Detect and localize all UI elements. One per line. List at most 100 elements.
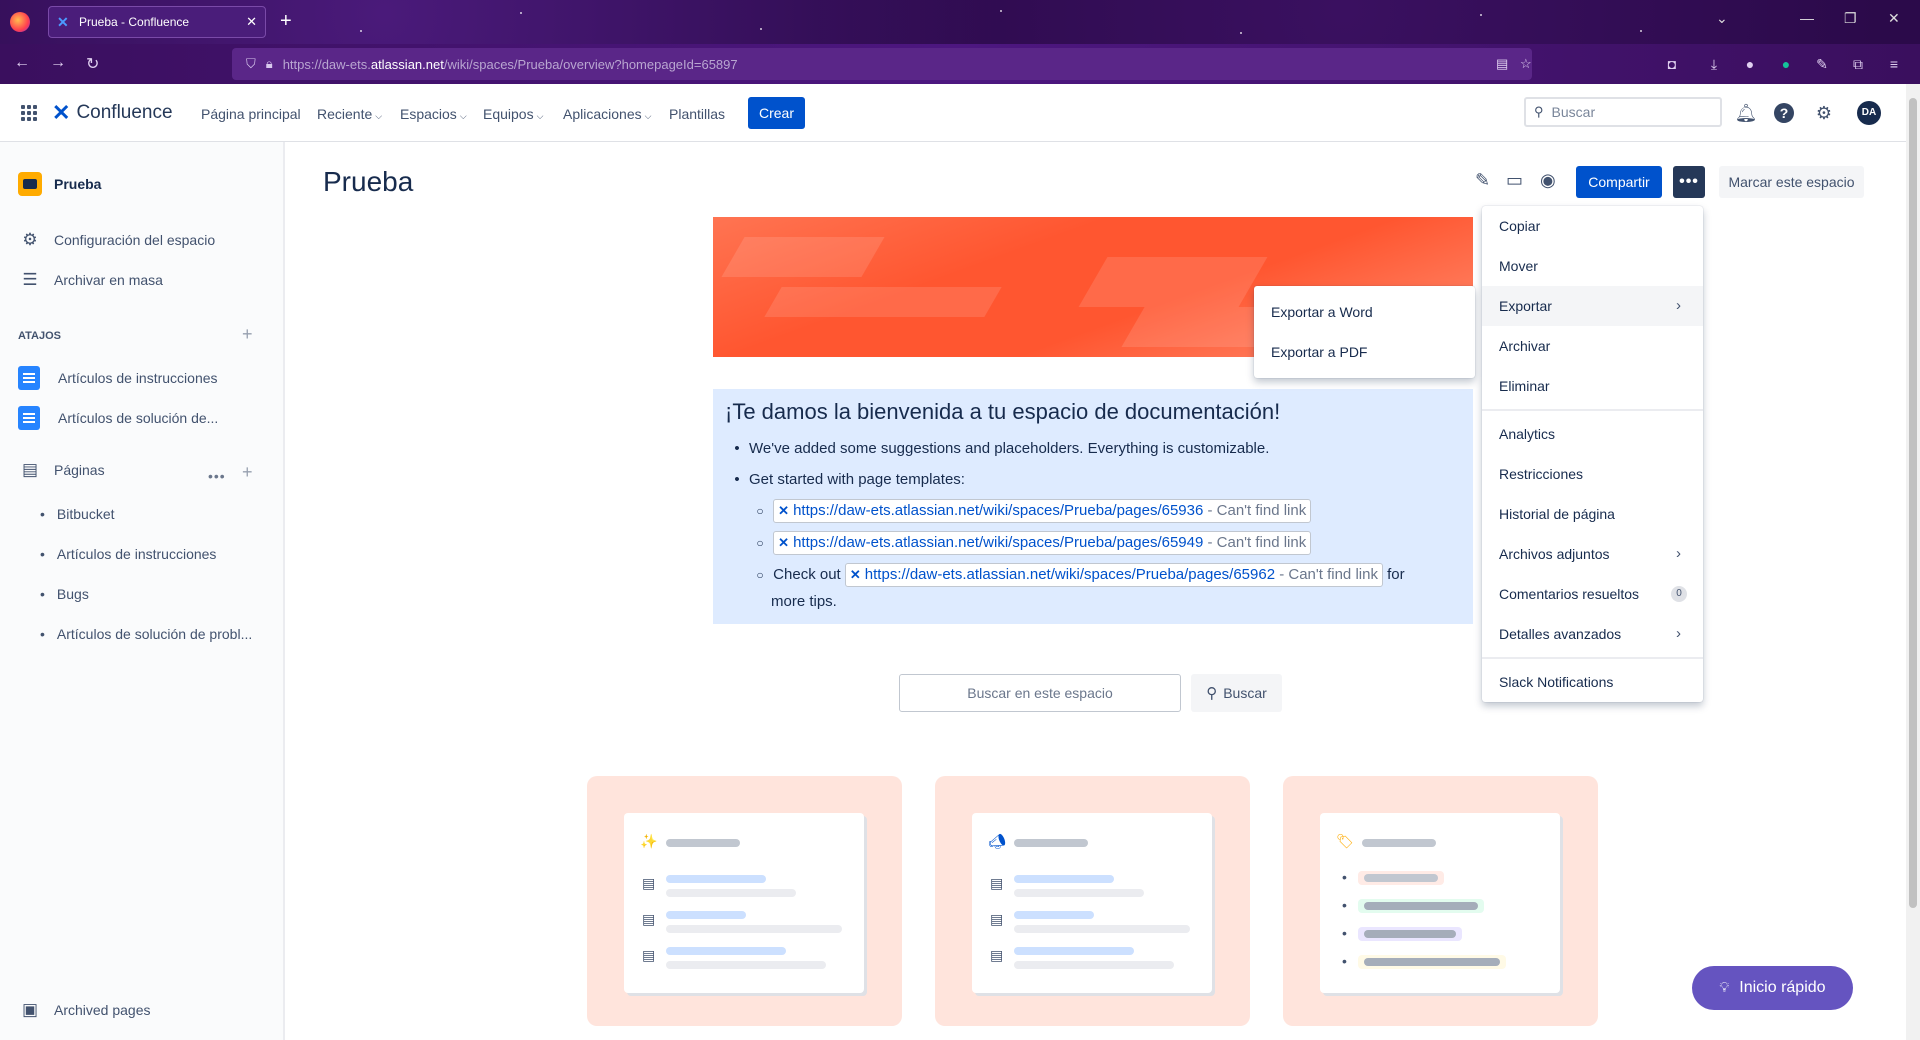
tab-list-icon[interactable]: ⌄ [1716, 10, 1728, 27]
menu-item-analytics[interactable]: Analytics [1482, 414, 1703, 454]
list-item: ○ ✕ https://daw-ets.atlassian.net/wiki/sp… [725, 527, 1461, 559]
share-button[interactable]: Compartir [1576, 166, 1662, 198]
menu-item-advanced-details[interactable]: Detalles avanzados › [1482, 614, 1703, 654]
list-item: ○ Check out ✕ https://daw-ets.atlassian.n… [725, 559, 1461, 591]
firefox-icon[interactable] [10, 12, 30, 32]
download-icon[interactable]: ⤓ [1706, 56, 1722, 72]
help-icon[interactable]: ? [1774, 103, 1794, 123]
menu-item-attachments[interactable]: Archivos adjuntos › [1482, 534, 1703, 574]
extensions-icon[interactable]: ⧉ [1850, 56, 1866, 72]
create-button[interactable]: Crear [748, 97, 805, 129]
url-bar[interactable]: ⛉ 🔒︎ https://daw-ets.atlassian.net/wiki/… [232, 48, 1532, 80]
chevron-down-icon: ⌵ [375, 111, 383, 121]
confluence-logo[interactable]: ✕ Confluence [52, 100, 173, 126]
notifications-icon[interactable]: 🔔︎ [1734, 101, 1758, 125]
browser-tab[interactable]: ✕ Prueba - Confluence ✕ [48, 6, 266, 38]
grammarly-icon[interactable]: ● [1778, 56, 1794, 72]
sidebar-item-bulk-archive[interactable]: ☰ Archivar en masa [18, 270, 163, 290]
sidebar-item-archived[interactable]: ▣ Archived pages [18, 1000, 151, 1020]
new-tab-icon[interactable]: + [280, 10, 292, 33]
archive-icon: ▣ [21, 1000, 39, 1019]
pages-more-icon[interactable]: ••• [208, 468, 226, 484]
edit-pencil-icon[interactable]: ✎ [1475, 170, 1490, 191]
chevron-right-icon: › [1676, 625, 1681, 642]
template-link[interactable]: ✕ https://daw-ets.atlassian.net/wiki/spac… [844, 563, 1383, 587]
menu-item-export-pdf[interactable]: Exportar a PDF [1271, 344, 1367, 360]
restore-icon[interactable]: ❐ [1844, 10, 1857, 27]
back-icon[interactable]: ← [14, 54, 30, 72]
add-page-icon[interactable]: + [242, 462, 253, 483]
sidebar-item-settings[interactable]: ⚙ Configuración del espacio [18, 230, 215, 250]
shortcut-item[interactable]: Artículos de instrucciones [18, 366, 218, 390]
page-item[interactable]: Bitbucket [40, 506, 115, 522]
more-actions-button[interactable]: ••• [1673, 166, 1705, 198]
watch-eye-icon[interactable]: ◉ [1540, 170, 1556, 191]
menu-icon[interactable]: ≡ [1886, 56, 1902, 72]
shortcut-item[interactable]: Artículos de solución de... [18, 406, 218, 430]
space-name: Prueba [54, 176, 102, 192]
menu-item-slack[interactable]: Slack Notifications [1482, 662, 1703, 702]
search-input[interactable]: ⚲ Buscar [1524, 97, 1722, 127]
sidebar-item-label: Archivar en masa [54, 272, 163, 288]
reader-view-icon[interactable]: ▤ [1496, 56, 1508, 72]
chevron-down-icon: ⌵ [644, 111, 652, 121]
sidebar-item-label: Archived pages [54, 1002, 151, 1018]
illustration-card: ✨ ▤ ▤ ▤ [587, 776, 902, 1026]
search-icon: ⚲ [1534, 104, 1544, 119]
sidebar-space[interactable]: Prueba [18, 172, 101, 196]
nav-apps[interactable]: Aplicaciones ⌵ [563, 106, 651, 122]
menu-item-move[interactable]: Mover [1482, 246, 1703, 286]
page-item[interactable]: Bugs [40, 586, 89, 602]
search-placeholder: Buscar [1551, 104, 1596, 120]
extension-gray-icon[interactable]: ● [1742, 56, 1758, 72]
confluence-link-icon: ✕ [778, 503, 790, 518]
forward-icon[interactable]: → [50, 54, 66, 72]
nav-recent[interactable]: Reciente ⌵ [317, 106, 382, 122]
sidebar: Prueba ⚙ Configuración del espacio ☰ Arc… [0, 142, 285, 1040]
page-title: Prueba [323, 166, 414, 197]
add-shortcut-icon[interactable]: + [242, 324, 253, 345]
quick-start-button[interactable]: 💡︎ Inicio rápido [1692, 966, 1853, 1010]
scrollbar-thumb[interactable] [1909, 98, 1917, 908]
space-search-button[interactable]: ⚲ Buscar [1191, 674, 1282, 712]
space-search-input[interactable]: Buscar en este espacio [899, 674, 1181, 712]
menu-item-export[interactable]: Exportar › [1482, 286, 1703, 326]
template-link[interactable]: ✕ https://daw-ets.atlassian.net/wiki/spac… [773, 531, 1312, 555]
shield-icon[interactable]: ⛉ [246, 56, 256, 72]
menu-item-delete[interactable]: Eliminar [1482, 366, 1703, 406]
menu-item-resolved-comments[interactable]: Comentarios resueltos 0 [1482, 574, 1703, 614]
gear-icon[interactable]: ⚙ [1812, 101, 1836, 125]
page-item[interactable]: Artículos de instrucciones [40, 546, 217, 562]
pocket-icon[interactable]: ◘ [1664, 56, 1680, 72]
menu-item-restrictions[interactable]: Restricciones [1482, 454, 1703, 494]
minimize-icon[interactable]: — [1800, 10, 1814, 26]
menu-item-history[interactable]: Historial de página [1482, 494, 1703, 534]
nav-home[interactable]: Página principal [201, 106, 301, 122]
reload-icon[interactable]: ↻ [86, 54, 99, 74]
space-icon [18, 172, 42, 196]
nav-spaces[interactable]: Espacios ⌵ [400, 106, 467, 122]
sidebar-item-pages[interactable]: ▤ Páginas [18, 460, 105, 480]
list-item: • We've added some suggestions and placeh… [734, 440, 1270, 457]
menu-item-export-word[interactable]: Exportar a Word [1271, 304, 1373, 320]
document-icon: ▤ [990, 947, 1004, 963]
more-tips-text: more tips. [771, 593, 837, 610]
scrollbar[interactable] [1906, 84, 1920, 1040]
nav-templates[interactable]: Plantillas [669, 106, 725, 122]
menu-item-archive[interactable]: Archivar [1482, 326, 1703, 366]
close-window-icon[interactable]: ✕ [1888, 10, 1900, 27]
close-tab-icon[interactable]: ✕ [246, 14, 257, 30]
menu-item-copy[interactable]: Copiar [1482, 206, 1703, 246]
avatar[interactable]: DA [1857, 101, 1881, 125]
nav-teams[interactable]: Equipos ⌵ [483, 106, 543, 122]
chevron-right-icon: › [1676, 297, 1681, 314]
url-text: https://daw-ets.atlassian.net/wiki/space… [282, 56, 738, 72]
page-item[interactable]: Artículos de solución de probl... [40, 626, 252, 642]
star-space-button[interactable]: Marcar este espacio [1719, 166, 1864, 198]
template-link[interactable]: ✕ https://daw-ets.atlassian.net/wiki/spac… [773, 499, 1312, 523]
bookmark-star-icon[interactable]: ☆ [1520, 56, 1532, 72]
lock-icon[interactable]: 🔒︎ [266, 56, 273, 72]
comment-icon[interactable]: ▭ [1506, 170, 1523, 191]
pen-extension-icon[interactable]: ✎ [1814, 56, 1830, 72]
app-switcher-icon[interactable] [21, 105, 37, 121]
